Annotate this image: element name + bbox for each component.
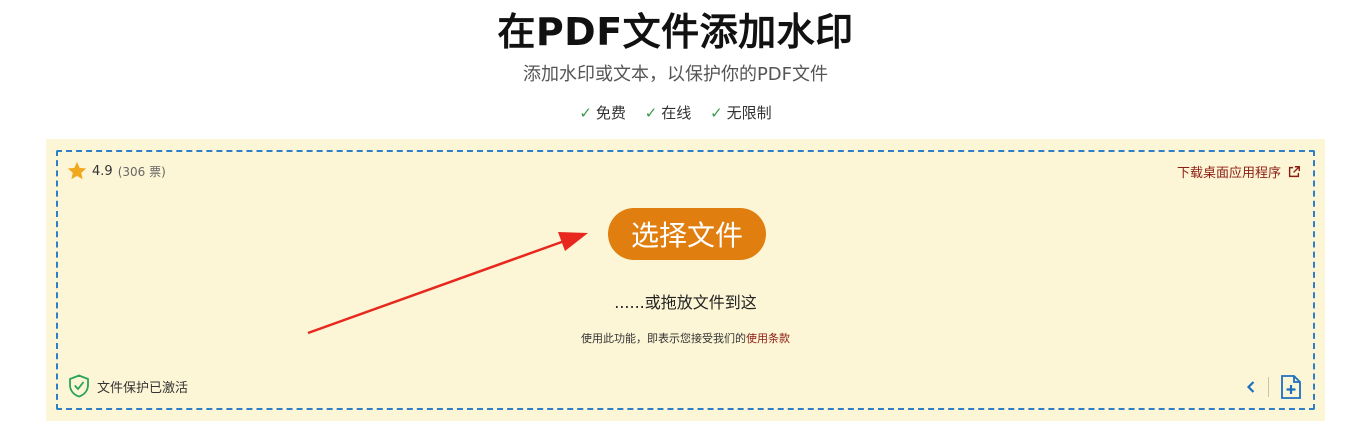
rating-votes: (306 票) [117,164,166,179]
feature-list: ✓ 免费 ✓ 在线 ✓ 无限制 [0,101,1351,125]
select-file-button[interactable]: 选择文件 [608,208,766,260]
file-dropzone[interactable]: 4.9 (306 票) 下载桌面应用程序 选择文件 ......或拖放文件到这 … [56,150,1315,410]
feature-free: ✓ 免费 [579,101,626,125]
page-title: 在PDF文件添加水印 [497,10,854,54]
add-file-icon[interactable] [1279,374,1303,400]
check-icon: ✓ [579,104,592,122]
chevron-left-icon [1246,381,1255,393]
desktop-link-label: 下载桌面应用程序 [1176,166,1281,181]
feature-label: 在线 [661,104,692,122]
collapse-button[interactable] [1242,378,1260,396]
feature-label: 无限制 [726,104,772,122]
rating-score: 4.9 [92,163,113,179]
file-protection-status: 文件保护已激活 [68,374,188,398]
check-icon: ✓ [710,104,723,122]
feature-unlimited: ✓ 无限制 [710,101,772,125]
feature-label: 免费 [595,104,626,122]
rating: 4.9 (306 票) [66,160,166,182]
feature-online: ✓ 在线 [645,101,692,125]
download-desktop-app-link[interactable]: 下载桌面应用程序 [1177,162,1301,181]
external-link-icon [1288,165,1300,177]
shield-check-icon [69,374,89,398]
divider [1268,377,1269,397]
drop-hint: ......或拖放文件到这 [614,293,757,312]
terms-notice: 使用此功能，即表示您接受我们的使用条款 [58,330,1313,346]
star-icon [67,161,87,180]
dropzone-tools [1242,374,1303,400]
terms-of-use-link[interactable]: 使用条款 [746,332,790,345]
annotation-arrow [307,232,588,335]
protection-label: 文件保护已激活 [97,380,189,396]
check-icon: ✓ [644,104,658,122]
upload-panel: 4.9 (306 票) 下载桌面应用程序 选择文件 ......或拖放文件到这 … [46,139,1325,421]
terms-text: 使用此功能，即表示您接受我们的 [581,332,746,345]
page-subtitle: 添加水印或文本，以保护你的PDF文件 [522,64,829,85]
